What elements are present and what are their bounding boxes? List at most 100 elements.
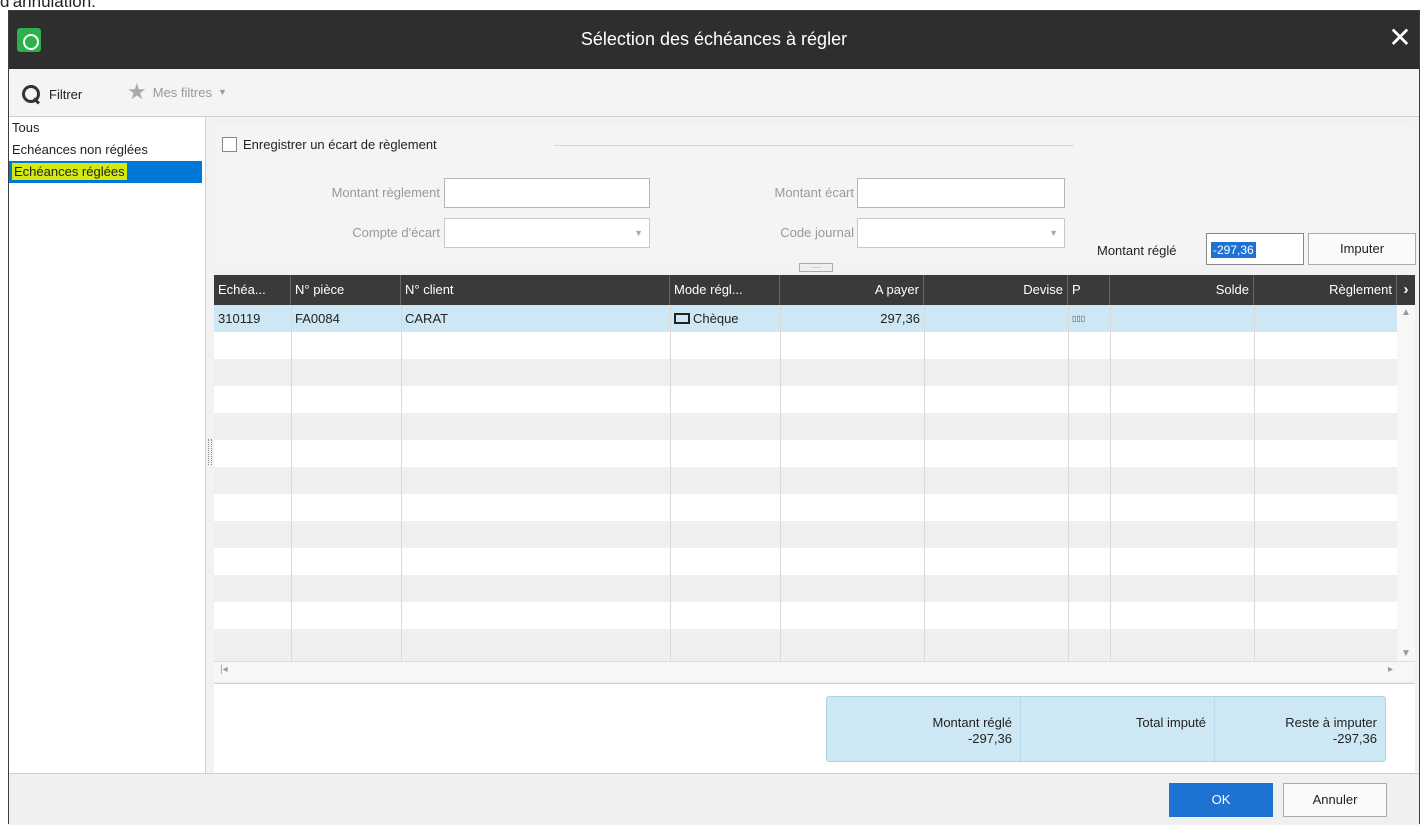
total-impute-label: Total imputé [1135, 715, 1206, 730]
col-header-mode[interactable]: Mode régl... [670, 275, 780, 305]
ok-button[interactable]: OK [1169, 783, 1273, 817]
empty-row [214, 467, 1397, 494]
filter-sidebar: Tous Echéances non réglées Echéances rég… [9, 117, 206, 773]
imputer-button[interactable]: Imputer [1308, 233, 1416, 265]
sidebar-item-tous[interactable]: Tous [9, 117, 205, 139]
divider [554, 145, 1074, 146]
total-montant-regle: Montant réglé -297,36 [827, 697, 1021, 763]
settlement-form: Enregistrer un écart de règlement Montan… [214, 125, 1416, 265]
cell-piece: FA0084 [295, 311, 340, 326]
column-divider [291, 305, 292, 661]
sidebar-item-non-reglees[interactable]: Echéances non réglées [9, 139, 205, 161]
sidebar-item-reglees[interactable]: Echéances réglées [9, 161, 202, 183]
col-header-a-payer[interactable]: A payer [780, 275, 924, 305]
code-journal-label: Code journal [780, 225, 854, 240]
panel-splitter[interactable]: ..... [799, 263, 833, 272]
total-reste: Reste à imputer -297,36 [1215, 697, 1385, 763]
cell-mode: Chèque [670, 305, 780, 332]
title-bar: Sélection des échéances à régler ✕ [9, 11, 1419, 69]
chevron-down-icon: ▼ [217, 87, 227, 97]
col-header-reglement[interactable]: Règlement [1254, 275, 1397, 305]
filter-label: Filtrer [49, 86, 83, 102]
empty-row [214, 359, 1397, 386]
code-journal-select[interactable]: ▼ [857, 218, 1065, 248]
cell-solde [1110, 305, 1254, 332]
col-header-client[interactable]: N° client [401, 275, 670, 305]
search-icon [21, 84, 41, 104]
empty-row [214, 521, 1397, 548]
vertical-scrollbar[interactable]: ▲ ▼ [1397, 305, 1415, 661]
chevron-right-icon[interactable]: › [1397, 275, 1415, 305]
totals-box: Montant réglé -297,36 Total imputé Reste… [826, 696, 1386, 763]
col-header-p[interactable]: P [1068, 275, 1110, 305]
montant-regle-input[interactable]: -297,36 [1206, 233, 1304, 265]
total-montant-regle-label: Montant réglé [932, 715, 1013, 730]
cell-mode-label: Chèque [693, 311, 739, 326]
compte-ecart-select[interactable]: ▼ [444, 218, 650, 248]
ecart-checkbox-row[interactable]: Enregistrer un écart de règlement [222, 137, 437, 152]
column-divider [401, 305, 402, 661]
empty-row [214, 386, 1397, 413]
close-icon[interactable]: ✕ [1385, 23, 1415, 53]
column-divider [1254, 305, 1255, 661]
total-impute: Total imputé [1021, 697, 1215, 763]
montant-ecart-input[interactable] [857, 178, 1065, 208]
cell-a-payer: 297,36 [880, 311, 920, 326]
cell-client: CARAT [405, 311, 449, 326]
column-divider [1110, 305, 1111, 661]
column-divider [670, 305, 671, 661]
empty-row [214, 413, 1397, 440]
dialog-footer: OK Annuler [9, 773, 1419, 825]
total-reste-value: -297,36 [1332, 731, 1377, 746]
star-icon: ★ [127, 79, 147, 104]
grid-header: Echéa... N° pièce N° client Mode régl...… [214, 275, 1415, 305]
cell-echeance: 310119 [218, 311, 261, 326]
total-montant-regle-value: -297,36 [967, 731, 1012, 746]
column-divider [780, 305, 781, 661]
col-header-devise[interactable]: Devise [924, 275, 1068, 305]
scroll-down-icon[interactable]: ▼ [1397, 648, 1415, 659]
horizontal-scrollbar[interactable]: |◂ ▸ [214, 661, 1415, 681]
empty-row [214, 602, 1397, 629]
cancel-button[interactable]: Annuler [1283, 783, 1387, 817]
ecart-checkbox[interactable] [222, 137, 237, 152]
col-header-echeance[interactable]: Echéa... [214, 275, 291, 305]
splitter-handle[interactable] [208, 439, 212, 465]
cheque-icon [674, 313, 690, 324]
dialog-title: Sélection des échéances à régler [580, 29, 848, 49]
montant-regle-value: -297,36 [1211, 242, 1256, 258]
montant-reglement-input[interactable] [444, 178, 650, 208]
my-filters-label: Mes filtres [152, 84, 212, 100]
my-filters-dropdown[interactable]: ★ Mes filtres ▼ [127, 79, 227, 104]
scroll-up-icon[interactable]: ▲ [1397, 307, 1415, 318]
compte-ecart-label: Compte d'écart [352, 225, 440, 240]
montant-reglement-label: Montant règlement [331, 185, 440, 200]
ecart-checkbox-label: Enregistrer un écart de règlement [243, 137, 437, 152]
totals-panel: Montant réglé -297,36 Total imputé Reste… [214, 683, 1415, 773]
empty-row [214, 332, 1397, 359]
column-divider [924, 305, 925, 661]
cell-reglement [1254, 305, 1397, 332]
dialog-window: Sélection des échéances à régler ✕ Filtr… [8, 10, 1420, 825]
empty-row [214, 575, 1397, 602]
empty-row [214, 440, 1397, 467]
empty-row [214, 548, 1397, 575]
col-header-piece[interactable]: N° pièce [291, 275, 401, 305]
echeances-grid: Echéa... N° pièce N° client Mode régl...… [214, 275, 1415, 681]
scroll-left-icon[interactable]: |◂ [220, 664, 228, 675]
empty-row [214, 629, 1397, 661]
montant-regle-label: Montant réglé [1097, 243, 1177, 258]
toolbar: Filtrer ★ Mes filtres ▼ [9, 69, 1419, 117]
total-reste-label: Reste à imputer [1285, 715, 1377, 730]
col-header-solde[interactable]: Solde [1110, 275, 1254, 305]
table-row[interactable]: 310119 FA0084 CARAT Chèque 297,36 ▯▯▯ [214, 305, 1397, 332]
cell-devise [924, 305, 1068, 332]
column-divider [1068, 305, 1069, 661]
empty-row [214, 494, 1397, 521]
chevron-down-icon: ▼ [1049, 228, 1058, 238]
sidebar-item-label: Echéances réglées [12, 163, 127, 180]
cell-p-icon: ▯▯▯ [1072, 314, 1086, 323]
scroll-right-icon[interactable]: ▸ [1388, 664, 1393, 675]
filter-button[interactable]: Filtrer [21, 82, 82, 106]
montant-ecart-label: Montant écart [774, 185, 855, 200]
